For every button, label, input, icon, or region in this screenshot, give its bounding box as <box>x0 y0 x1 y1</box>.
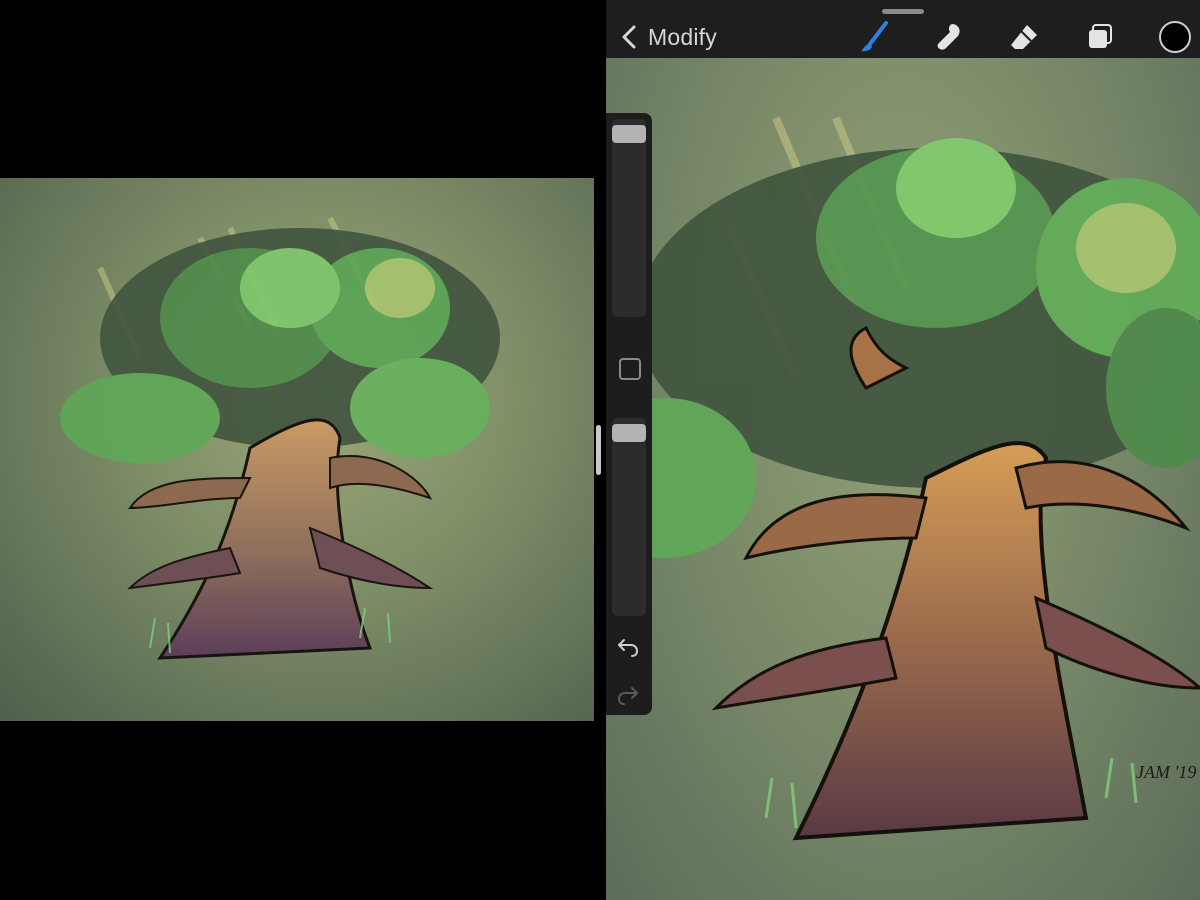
brush-size-slider[interactable] <box>612 119 646 317</box>
opacity-slider[interactable] <box>612 418 646 616</box>
redo-icon[interactable] <box>616 683 640 705</box>
smudge-icon <box>937 24 960 50</box>
smudge-tool-button[interactable] <box>932 20 966 54</box>
modify-label: Modify <box>648 23 717 50</box>
reference-image <box>0 178 594 721</box>
layers-icon <box>1089 24 1112 48</box>
layers-button[interactable] <box>1083 20 1117 54</box>
opacity-thumb[interactable] <box>612 423 646 442</box>
sidebar <box>606 113 652 715</box>
split-divider-handle[interactable] <box>596 425 601 475</box>
undo-icon[interactable] <box>616 635 640 657</box>
modify-back-button[interactable]: Modify <box>618 22 717 52</box>
canvas-pane: JAM '19 Modify <box>606 0 1200 900</box>
modify-button[interactable] <box>619 358 641 380</box>
brush-size-thumb[interactable] <box>612 124 646 143</box>
chevron-left-icon <box>622 25 636 49</box>
eraser-icon <box>1011 25 1037 49</box>
brush-icon <box>861 21 888 52</box>
top-toolbar: Modify <box>606 0 1200 58</box>
color-picker-button[interactable] <box>1159 21 1191 53</box>
tree-illustration-large: JAM '19 <box>606 116 1200 841</box>
brush-tool-button[interactable] <box>858 20 892 54</box>
eraser-tool-button[interactable] <box>1007 20 1041 54</box>
drawing-canvas[interactable]: JAM '19 <box>606 58 1200 900</box>
tree-illustration-small <box>60 216 500 660</box>
reference-pane <box>0 0 606 900</box>
artist-signature: JAM '19 <box>1136 762 1196 782</box>
toolbar-grabber[interactable] <box>882 9 924 14</box>
